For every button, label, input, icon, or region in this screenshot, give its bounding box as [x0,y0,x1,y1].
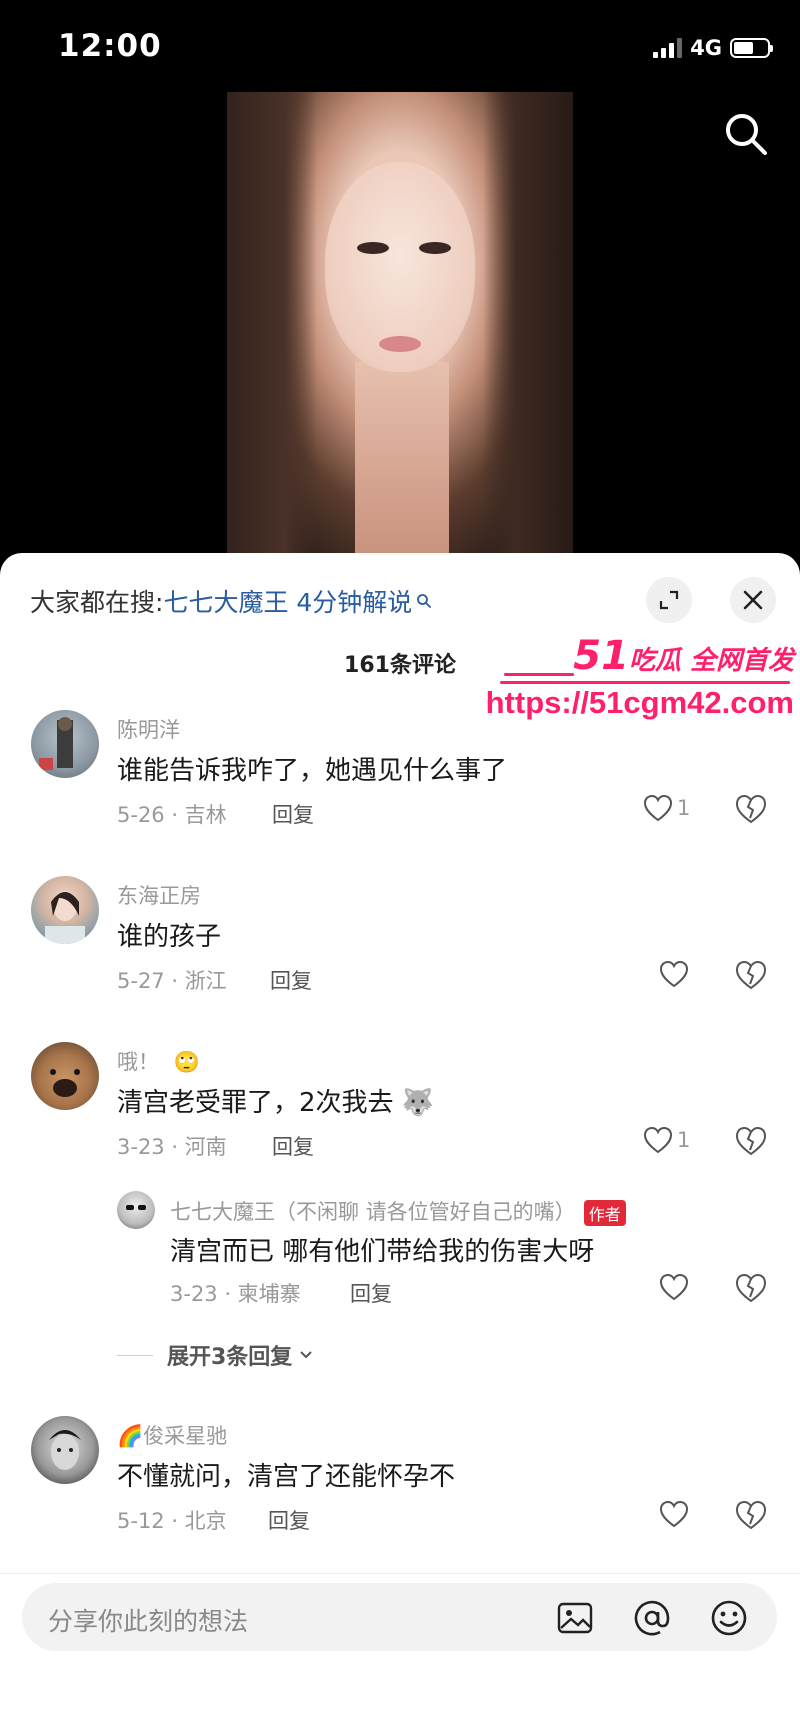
comment-author[interactable]: 哦！ 🙄 [117,1046,200,1076]
avatar[interactable] [117,1191,155,1229]
comment-meta: 5-27 · 浙江 [117,969,227,993]
comment-input[interactable]: 分享你此刻的想法 [22,1583,777,1651]
watermark-title: 51吃瓜 全网首发 [573,633,794,679]
watermark-url: https://51cgm42.com [485,685,794,720]
status-indicators: 4G [653,36,773,60]
like-button[interactable]: 1 [643,794,690,822]
heart-icon [659,1273,689,1301]
like-button[interactable] [659,1273,689,1301]
avatar[interactable] [31,876,99,944]
heart-icon [643,794,673,822]
like-button[interactable] [659,1500,689,1528]
like-button[interactable]: 1 [643,1126,690,1154]
reply-button[interactable]: 回复 [272,799,314,829]
expand-button[interactable] [646,577,692,623]
reply-author[interactable]: 七七大魔王（不闲聊 请各位管好自己的嘴） 作者 [170,1196,626,1226]
search-suggestion[interactable]: 大家都在搜: 七七大魔王 4分钟解说 [30,583,432,619]
status-bar: 12:00 4G [0,0,800,92]
broken-heart-icon[interactable] [735,1500,767,1530]
like-count: 1 [677,1128,691,1152]
like-count: 1 [677,796,691,820]
smiley-icon[interactable] [710,1599,748,1637]
avatar[interactable] [31,1042,99,1110]
author-badge: 作者 [583,1200,626,1226]
broken-heart-icon[interactable] [735,960,767,990]
network-label: 4G [690,36,722,60]
divider [0,1573,800,1574]
video-thumbnail[interactable] [227,92,573,562]
search-suggestion-term[interactable]: 七七大魔王 4分钟解说 [163,583,412,619]
at-icon[interactable] [633,1599,671,1637]
reply-meta: 3-23 · 柬埔寨 [170,1282,301,1306]
wolf-emoji: 🐺 [401,1088,435,1118]
reply-text: 清宫而已 哪有他们带给我的伤害大呀 [170,1237,595,1267]
reply-button[interactable]: 回复 [270,965,312,995]
search-icon [417,594,432,608]
reply-button[interactable]: 回复 [268,1505,310,1535]
rolling-eyes-emoji: 🙄 [173,1050,200,1074]
status-time: 12:00 [58,28,162,64]
reply-button[interactable]: 回复 [350,1278,392,1308]
signal-icon [653,38,683,58]
comment-author[interactable]: 🌈俊采星驰 [117,1420,227,1450]
comment-author[interactable]: 陈明洋 [117,714,180,744]
avatar[interactable] [31,1416,99,1484]
broken-heart-icon[interactable] [735,1273,767,1303]
expand-replies-button[interactable]: 展开3条回复 [117,1339,314,1371]
chevron-down-icon [300,1351,313,1359]
image-icon[interactable] [556,1599,594,1637]
comment-author[interactable]: 东海正房 [117,880,201,910]
rainbow-emoji: 🌈 [117,1424,144,1448]
comment-input-placeholder: 分享你此刻的想法 [48,1607,249,1636]
battery-icon [730,38,773,58]
heart-icon [659,1500,689,1528]
broken-heart-icon[interactable] [735,794,767,824]
close-icon [743,590,763,610]
watermark: 51吃瓜 全网首发 https://51cgm42.com [486,633,800,733]
comment-meta: 5-12 · 北京 [117,1509,227,1533]
comment-text: 谁的孩子 [117,922,222,952]
search-icon[interactable] [722,110,770,158]
avatar[interactable] [31,710,99,778]
like-button[interactable] [659,960,689,988]
comment-text: 谁能告诉我咋了，她遇见什么事了 [117,756,508,786]
heart-icon [643,1126,673,1154]
comment-meta: 5-26 · 吉林 [117,803,227,827]
comment-meta: 3-23 · 河南 [117,1135,227,1159]
comment-text: 不懂就问，清宫了还能怀孕不 [117,1462,456,1492]
expand-replies-label: 展开3条回复 [167,1345,293,1370]
broken-heart-icon[interactable] [735,1126,767,1156]
comment-text: 清宫老受罪了，2次我去 🐺 [117,1088,435,1118]
close-button[interactable] [730,577,776,623]
heart-icon [659,960,689,988]
search-suggestion-prefix: 大家都在搜: [30,588,164,617]
expand-icon [659,590,679,610]
comment-sheet: 大家都在搜: 七七大魔王 4分钟解说 161条评论 51吃瓜 全网首发 http… [0,553,800,1731]
reply-button[interactable]: 回复 [272,1131,314,1161]
